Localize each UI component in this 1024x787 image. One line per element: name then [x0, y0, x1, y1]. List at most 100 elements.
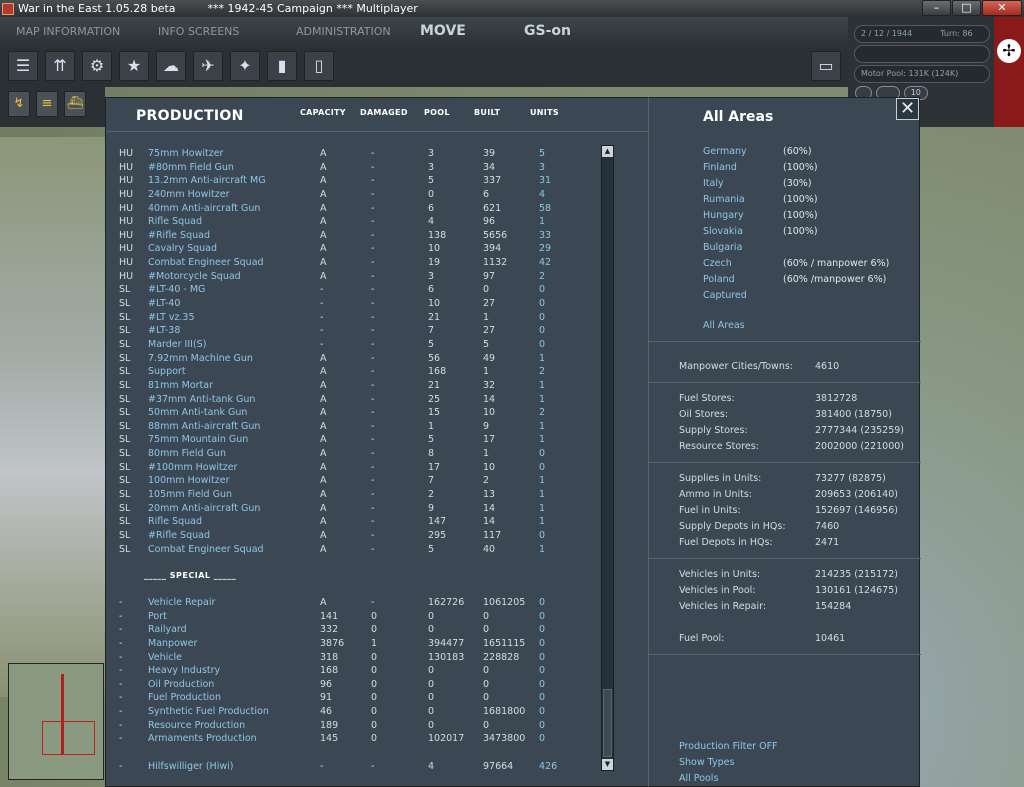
special-row[interactable]: - Manpower 3876 1 394477 1651115 0 — [106, 637, 650, 651]
col-built[interactable]: BUILT — [474, 108, 500, 117]
cell-name[interactable]: Combat Engineer Squad — [148, 543, 264, 557]
cell-name[interactable]: 75mm Mountain Gun — [148, 433, 248, 447]
area-name[interactable]: Italy — [703, 176, 724, 192]
panel-link[interactable]: All Pools — [679, 771, 778, 787]
production-row[interactable]: HU 13.2mm Anti-aircraft MG A - 5 337 31 — [106, 174, 650, 188]
col-units[interactable]: UNITS — [530, 108, 559, 117]
area-name[interactable]: Slovakia — [703, 224, 743, 240]
special-row[interactable]: - Synthetic Fuel Production 46 0 0 1681800 0 — [106, 705, 650, 719]
fuel-icon[interactable]: ▮ — [267, 51, 297, 81]
area-name[interactable]: Czech — [703, 256, 732, 272]
close-window-icon[interactable]: ✕ — [982, 0, 1022, 16]
cell-name[interactable]: 75mm Howitzer — [148, 147, 223, 161]
area-name[interactable]: Rumania — [703, 192, 745, 208]
area-item[interactable]: Rumania (100%) — [703, 192, 913, 208]
production-row[interactable]: HU Cavalry Squad A - 10 394 29 — [106, 242, 650, 256]
cell-name[interactable]: Support — [148, 365, 186, 379]
cell-name[interactable]: 80mm Field Gun — [148, 447, 226, 461]
production-row[interactable]: SL #LT vz.35 - - 21 1 0 — [106, 311, 650, 325]
document-icon[interactable]: ▯ — [304, 51, 334, 81]
cell-name[interactable]: 40mm Anti-aircraft Gun — [148, 202, 260, 216]
area-name[interactable]: Poland — [703, 272, 735, 288]
tab-map-information[interactable]: MAP INFORMATION — [0, 25, 140, 38]
move-button[interactable]: MOVE — [420, 23, 524, 39]
scroll-down-icon[interactable]: ▼ — [602, 759, 613, 770]
cell-name[interactable]: Synthetic Fuel Production — [148, 705, 269, 719]
cell-name[interactable]: 81mm Mortar — [148, 379, 213, 393]
area-item[interactable]: Germany (60%) — [703, 144, 913, 160]
minimap[interactable] — [8, 663, 104, 780]
production-row[interactable]: SL #100mm Howitzer A - 17 10 0 — [106, 461, 650, 475]
cell-name[interactable]: 7.92mm Machine Gun — [148, 352, 253, 366]
special-row[interactable]: - Oil Production 96 0 0 0 0 — [106, 678, 650, 692]
cell-name[interactable]: Marder III(S) — [148, 338, 206, 352]
scroll-up-icon[interactable]: ▲ — [602, 146, 613, 157]
area-item[interactable]: Hungary (100%) — [703, 208, 913, 224]
close-panel-button[interactable]: ✕ — [896, 98, 919, 120]
cell-name[interactable]: Manpower — [148, 637, 197, 651]
special-row[interactable]: - Resource Production 189 0 0 0 0 — [106, 719, 650, 733]
production-row[interactable]: SL Combat Engineer Squad A - 5 40 1 — [106, 543, 650, 557]
production-row[interactable]: SL #37mm Anti-tank Gun A - 25 14 1 — [106, 393, 650, 407]
special-row[interactable]: - Fuel Production 91 0 0 0 0 — [106, 691, 650, 705]
cell-name[interactable]: #LT-40 - MG — [148, 283, 205, 297]
rail-icon[interactable]: ≡ — [36, 91, 58, 117]
special-row[interactable]: - Armaments Production 145 0 102017 3473800 0 — [106, 732, 650, 746]
area-name[interactable]: Hungary — [703, 208, 744, 224]
panel-link[interactable]: Production Filter OFF — [679, 739, 778, 755]
production-row[interactable]: SL Support A - 168 1 2 — [106, 365, 650, 379]
cell-name[interactable]: Vehicle Repair — [148, 596, 215, 610]
production-row[interactable]: SL 50mm Anti-tank Gun A - 15 10 2 — [106, 406, 650, 420]
cell-name[interactable]: Fuel Production — [148, 691, 221, 705]
scrollbar[interactable]: ▲ ▼ — [601, 145, 614, 771]
production-row[interactable]: SL 7.92mm Machine Gun A - 56 49 1 — [106, 352, 650, 366]
cell-name[interactable]: 20mm Anti-aircraft Gun — [148, 502, 260, 516]
cell-name[interactable]: 13.2mm Anti-aircraft MG — [148, 174, 266, 188]
cell-name[interactable]: #LT vz.35 — [148, 311, 194, 325]
gear-icon[interactable]: ⚙ — [82, 51, 112, 81]
cell-name[interactable]: #LT-40 — [148, 297, 180, 311]
production-row[interactable]: HU #80mm Field Gun A - 3 34 3 — [106, 161, 650, 175]
cell-name[interactable]: 105mm Field Gun — [148, 488, 232, 502]
production-row[interactable]: SL #LT-40 - MG - - 6 0 0 — [106, 283, 650, 297]
cell-name[interactable]: #80mm Field Gun — [148, 161, 234, 175]
ship-icon[interactable]: ⛴ — [64, 91, 86, 117]
production-row[interactable]: SL Marder III(S) - - 5 5 0 — [106, 338, 650, 352]
production-row[interactable]: HU 40mm Anti-aircraft Gun A - 6 621 58 — [106, 202, 650, 216]
cell-name[interactable]: #Motorcycle Squad — [148, 270, 241, 284]
cell-name[interactable]: Cavalry Squad — [148, 242, 217, 256]
area-item[interactable]: Slovakia (100%) — [703, 224, 913, 240]
cell-name[interactable]: Heavy Industry — [148, 664, 220, 678]
area-name[interactable]: Germany — [703, 144, 747, 160]
cell-name[interactable]: Rifle Squad — [148, 215, 202, 229]
cell-name[interactable]: Vehicle — [148, 651, 182, 665]
production-row[interactable]: HU Combat Engineer Squad A - 19 1132 42 — [106, 256, 650, 270]
cell-name[interactable]: #37mm Anti-tank Gun — [148, 393, 255, 407]
production-row[interactable]: SL #LT-38 - - 7 27 0 — [106, 324, 650, 338]
area-item[interactable]: Bulgaria — [703, 240, 913, 256]
hiwi-row[interactable]: - Hilfswilliger (Hiwi) - - 4 97664 426 — [106, 760, 650, 774]
maximize-icon[interactable]: □ — [952, 0, 981, 16]
cell-name[interactable]: Oil Production — [148, 678, 214, 692]
area-item[interactable]: Finland (100%) — [703, 160, 913, 176]
cell-name[interactable]: 88mm Anti-aircraft Gun — [148, 420, 260, 434]
production-row[interactable]: SL 88mm Anti-aircraft Gun A - 1 9 1 — [106, 420, 650, 434]
production-row[interactable]: HU #Rifle Squad A - 138 5656 33 — [106, 229, 650, 243]
cell-name[interactable]: 240mm Howitzer — [148, 188, 230, 202]
production-row[interactable]: HU Rifle Squad A - 4 96 1 — [106, 215, 650, 229]
production-row[interactable]: SL #Rifle Squad A - 295 117 0 — [106, 529, 650, 543]
screen-icon[interactable]: ▭ — [811, 51, 841, 81]
area-item[interactable]: Czech (60% / manpower 6%) — [703, 256, 913, 272]
area-name[interactable]: Bulgaria — [703, 240, 742, 256]
special-row[interactable]: - Vehicle Repair A - 162726 1061205 0 — [106, 596, 650, 610]
cell-name[interactable]: Resource Production — [148, 719, 245, 733]
area-name[interactable]: Captured — [703, 288, 747, 304]
production-row[interactable]: SL 105mm Field Gun A - 2 13 1 — [106, 488, 650, 502]
special-row[interactable]: - Vehicle 318 0 130183 228828 0 — [106, 651, 650, 665]
area-item[interactable]: Captured — [703, 288, 913, 304]
cell-name[interactable]: Combat Engineer Squad — [148, 256, 264, 270]
bomb-icon[interactable]: ✦ — [230, 51, 260, 81]
cell-name[interactable]: #Rifle Squad — [148, 529, 210, 543]
production-row[interactable]: HU #Motorcycle Squad A - 3 97 2 — [106, 270, 650, 284]
production-row[interactable]: SL 100mm Howitzer A - 7 2 1 — [106, 474, 650, 488]
